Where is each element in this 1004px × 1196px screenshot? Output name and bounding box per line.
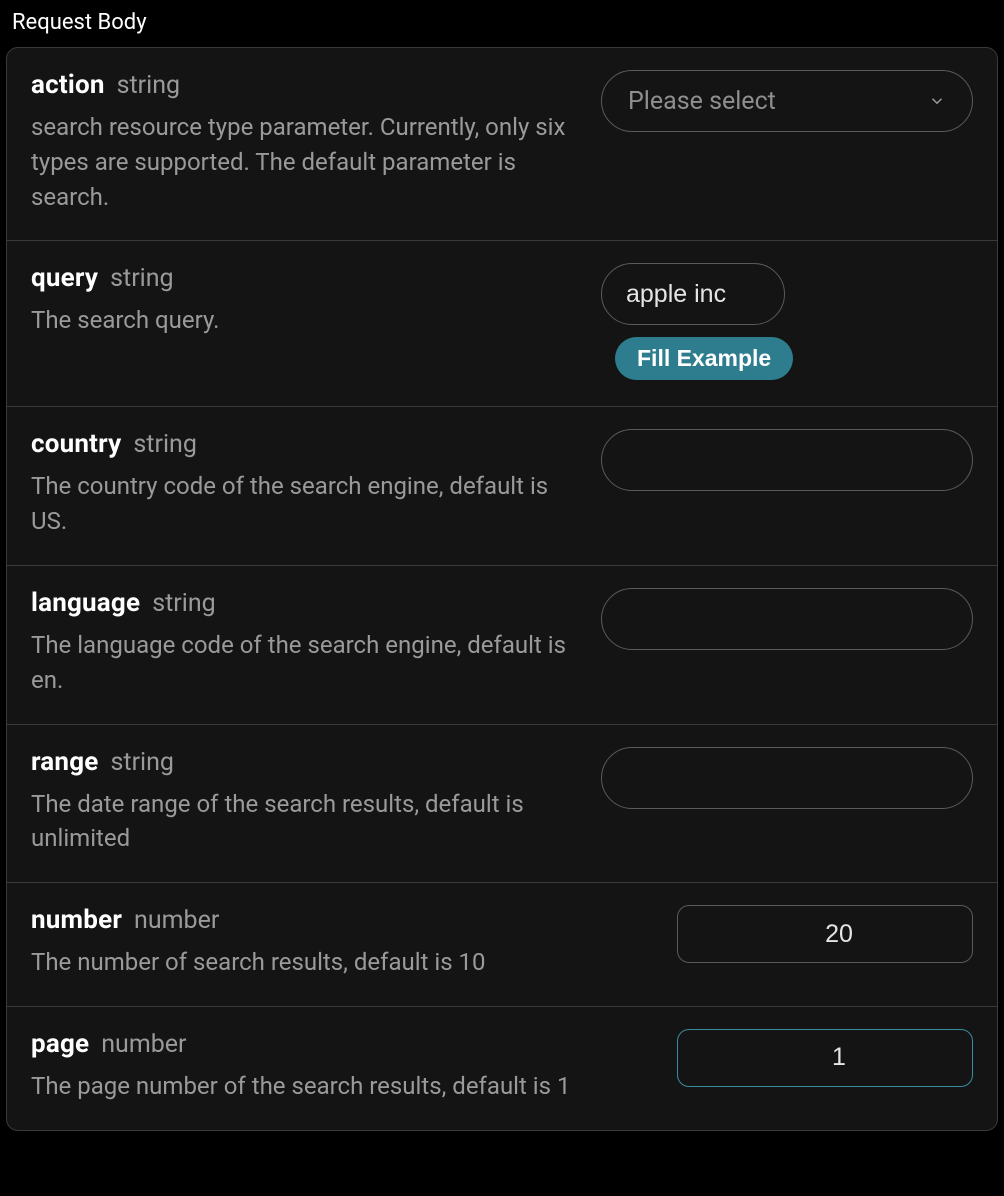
param-type: number bbox=[134, 906, 219, 935]
param-row-number: number number The number of search resul… bbox=[7, 883, 997, 1007]
param-row-action: action string search resource type param… bbox=[7, 48, 997, 241]
param-desc: search resource type parameter. Currentl… bbox=[31, 110, 583, 214]
param-type: string bbox=[152, 589, 215, 618]
section-title: Request Body bbox=[0, 0, 1004, 47]
param-name: query bbox=[31, 263, 98, 293]
param-desc: The language code of the search engine, … bbox=[31, 628, 583, 698]
param-desc: The date range of the search results, de… bbox=[31, 787, 583, 857]
select-placeholder: Please select bbox=[628, 87, 776, 116]
param-row-language: language string The language code of the… bbox=[7, 566, 997, 725]
param-row-page: page number The page number of the searc… bbox=[7, 1007, 997, 1130]
param-row-country: country string The country code of the s… bbox=[7, 407, 997, 566]
fill-example-button[interactable]: Fill Example bbox=[615, 337, 793, 380]
country-input[interactable] bbox=[601, 429, 973, 491]
language-input[interactable] bbox=[601, 588, 973, 650]
number-stepper[interactable] bbox=[677, 905, 973, 963]
number-input[interactable] bbox=[678, 906, 973, 962]
param-name: action bbox=[31, 70, 105, 100]
page-input[interactable] bbox=[678, 1030, 973, 1086]
param-name: page bbox=[31, 1029, 89, 1059]
param-desc: The number of search results, default is… bbox=[31, 945, 583, 980]
param-name: country bbox=[31, 429, 121, 459]
page-stepper[interactable] bbox=[677, 1029, 973, 1087]
action-select[interactable]: Please select bbox=[601, 70, 973, 132]
chevron-down-icon bbox=[928, 92, 946, 110]
param-desc: The search query. bbox=[31, 303, 583, 338]
param-type: string bbox=[117, 71, 180, 100]
param-type: number bbox=[101, 1030, 186, 1059]
param-type: string bbox=[110, 748, 173, 777]
param-desc: The page number of the search results, d… bbox=[31, 1069, 583, 1104]
query-input[interactable] bbox=[601, 263, 785, 325]
range-input[interactable] bbox=[601, 747, 973, 809]
request-body-panel: action string search resource type param… bbox=[6, 47, 998, 1131]
param-desc: The country code of the search engine, d… bbox=[31, 469, 583, 539]
param-name: number bbox=[31, 905, 122, 935]
param-type: string bbox=[133, 430, 196, 459]
param-row-query: query string The search query. Fill Exam… bbox=[7, 241, 997, 407]
param-name: range bbox=[31, 747, 98, 777]
param-type: string bbox=[110, 264, 173, 293]
param-row-range: range string The date range of the searc… bbox=[7, 725, 997, 884]
param-name: language bbox=[31, 588, 140, 618]
